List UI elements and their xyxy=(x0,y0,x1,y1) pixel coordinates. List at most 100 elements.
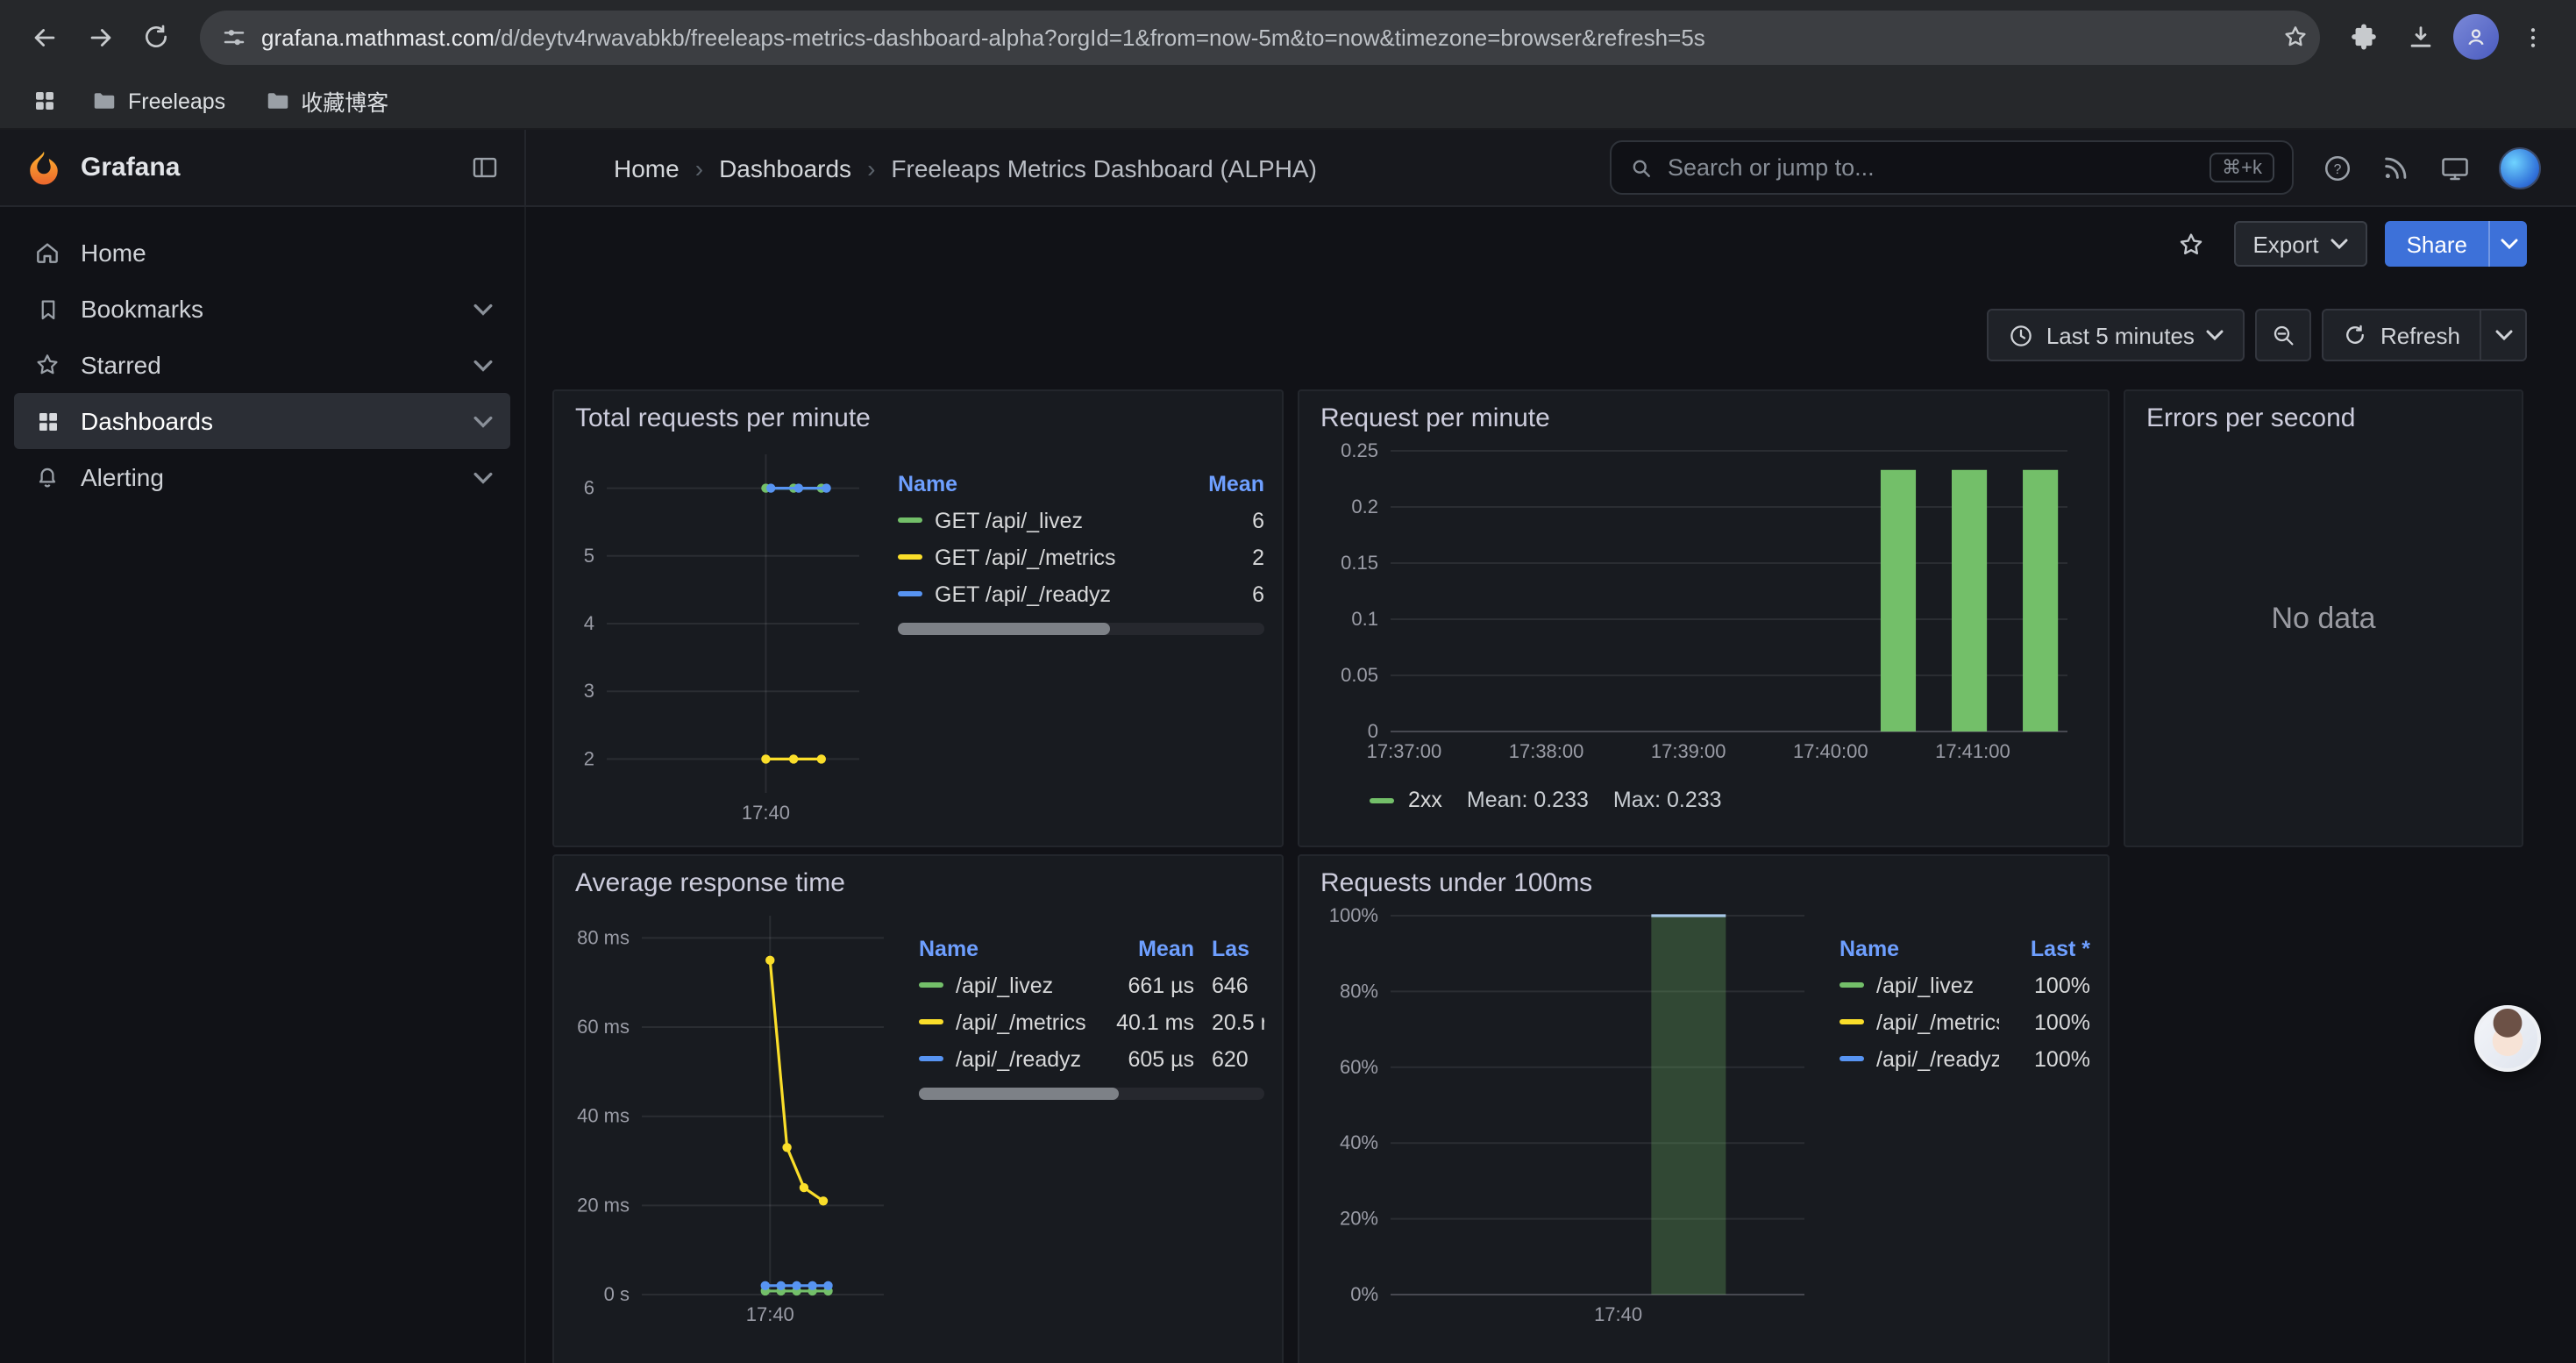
share-button[interactable]: Share xyxy=(2386,221,2488,267)
chevron-down-icon[interactable] xyxy=(473,415,493,427)
downloads-button[interactable] xyxy=(2394,11,2446,63)
legend-series-name[interactable]: /api/_livez xyxy=(1839,973,1999,997)
share-menu-button[interactable] xyxy=(2488,221,2527,267)
svg-text:17:40: 17:40 xyxy=(742,802,790,824)
legend-series-name[interactable]: /api/_/metrics xyxy=(919,1010,1103,1034)
user-avatar[interactable] xyxy=(2499,146,2541,189)
panel-total-requests-per-minute: Total requests per minute 6543217:40 Nam… xyxy=(552,389,1284,847)
legend-max: Max: 0.233 xyxy=(1613,788,1722,812)
help-button[interactable]: ? xyxy=(2322,152,2353,183)
search-input[interactable] xyxy=(1668,154,2195,181)
legend-scrollbar[interactable] xyxy=(919,1088,1264,1100)
legend-col-header[interactable]: Name xyxy=(919,936,1103,960)
legend-row[interactable]: /api/_/readyz100% xyxy=(1839,1040,2090,1077)
back-button[interactable] xyxy=(18,11,70,63)
scrollbar-thumb[interactable] xyxy=(919,1088,1120,1100)
legend-row[interactable]: /api/_livez100% xyxy=(1839,967,2090,1003)
site-info-icon[interactable] xyxy=(221,24,247,50)
legend-header-row[interactable]: NameMeanLas xyxy=(919,930,1264,967)
bookmark-star-button[interactable] xyxy=(2281,23,2309,51)
legend-series-name[interactable]: /api/_/readyz xyxy=(919,1046,1103,1071)
bookmarks-bar: Freeleaps 收藏博客 xyxy=(0,74,2576,130)
legend-row[interactable]: /api/_/readyz605 µs620 xyxy=(919,1040,1264,1077)
search-shortcut-badge: ⌘+k xyxy=(2210,153,2274,182)
legend-series-label[interactable]: 2xx xyxy=(1408,788,1442,812)
apps-grid-button[interactable] xyxy=(21,78,67,124)
browser-profile-button[interactable] xyxy=(2450,11,2502,63)
chevron-down-icon[interactable] xyxy=(473,471,493,483)
legend-col-header[interactable]: Last * xyxy=(1999,936,2090,960)
legend-value: 20.5 r xyxy=(1194,1010,1264,1034)
legend-table-total-requests: NameMeanGET /api/_livez6GET /api/_/metri… xyxy=(898,465,1264,831)
bookmark-folder-blogs[interactable]: 收藏博客 xyxy=(250,79,402,123)
chevron-down-icon[interactable] xyxy=(473,359,493,371)
legend-series-label: GET /api/_/readyz xyxy=(935,582,1111,606)
export-button[interactable]: Export xyxy=(2233,221,2367,267)
legend-col-header[interactable]: Mean xyxy=(1191,471,1264,496)
legend-series-name[interactable]: GET /api/_livez xyxy=(898,508,1191,532)
sidebar-item-starred[interactable]: Starred xyxy=(14,337,510,393)
download-icon xyxy=(2405,22,2435,52)
legend-row[interactable]: GET /api/_livez6 xyxy=(898,502,1264,539)
breadcrumb-dashboards[interactable]: Dashboards xyxy=(719,153,851,182)
legend-row[interactable]: /api/_livez661 µs646 xyxy=(919,967,1264,1003)
grafana-logo[interactable] xyxy=(25,148,63,187)
legend-series-label: /api/_/readyz xyxy=(1876,1046,1999,1071)
url-bar[interactable]: grafana.mathmast.com/d/deytv4rwavabkb/fr… xyxy=(200,10,2320,64)
floating-assistant-avatar[interactable] xyxy=(2474,1005,2541,1072)
legend-scrollbar[interactable] xyxy=(898,623,1264,635)
sidebar: Home Bookmarks Starred xyxy=(0,207,526,1363)
legend-series-name[interactable]: /api/_livez xyxy=(919,973,1103,997)
search-box[interactable]: ⌘+k xyxy=(1610,140,2294,195)
panel-title[interactable]: Request per minute xyxy=(1299,391,2108,437)
screen-button[interactable] xyxy=(2439,152,2471,183)
reload-button[interactable] xyxy=(130,11,182,63)
grafana-header: Grafana Home › Dashboards › Freeleaps Me… xyxy=(0,130,2576,207)
legend-col-header[interactable]: Mean xyxy=(1103,936,1194,960)
refresh-icon xyxy=(2344,323,2368,347)
favorite-dashboard-button[interactable] xyxy=(2167,219,2216,268)
chevron-down-icon xyxy=(2331,239,2349,249)
legend-col-header[interactable]: Name xyxy=(898,471,1191,496)
forward-button[interactable] xyxy=(74,11,126,63)
legend-header-row[interactable]: NameMean xyxy=(898,465,1264,502)
sidebar-item-dashboards[interactable]: Dashboards xyxy=(14,393,510,449)
legend-series-name[interactable]: GET /api/_/readyz xyxy=(898,582,1191,606)
browser-menu-button[interactable] xyxy=(2506,11,2558,63)
legend-request-per-minute[interactable]: 2xx Mean: 0.233 Max: 0.233 xyxy=(1320,781,2087,812)
legend-col-header[interactable]: Name xyxy=(1839,936,1999,960)
panel-title[interactable]: Total requests per minute xyxy=(554,391,1282,437)
person-icon xyxy=(2464,25,2488,49)
zoom-out-button[interactable] xyxy=(2256,309,2312,361)
legend-col-header[interactable]: Las xyxy=(1194,936,1264,960)
news-button[interactable] xyxy=(2381,153,2411,182)
panel-title[interactable]: Requests under 100ms xyxy=(1299,856,2108,902)
breadcrumb-home[interactable]: Home xyxy=(614,153,680,182)
grafana-header-left: Grafana xyxy=(0,130,526,205)
sidebar-item-alerting[interactable]: Alerting xyxy=(14,449,510,505)
legend-header-row[interactable]: NameLast * xyxy=(1839,930,2090,967)
legend-series-name[interactable]: GET /api/_/metrics xyxy=(898,545,1191,569)
legend-series-name[interactable]: /api/_/readyz xyxy=(1839,1046,1999,1071)
refresh-interval-button[interactable] xyxy=(2481,309,2527,361)
panel-title[interactable]: Average response time xyxy=(554,856,1282,902)
svg-text:20 ms: 20 ms xyxy=(577,1194,630,1216)
legend-row[interactable]: /api/_/metrics100% xyxy=(1839,1003,2090,1040)
legend-series-name[interactable]: /api/_/metrics xyxy=(1839,1010,1999,1034)
chevron-down-icon xyxy=(2207,330,2224,340)
legend-row[interactable]: /api/_/metrics40.1 ms20.5 r xyxy=(919,1003,1264,1040)
scrollbar-thumb[interactable] xyxy=(898,623,1110,635)
svg-text:60%: 60% xyxy=(1340,1056,1378,1078)
sidebar-toggle-button[interactable] xyxy=(470,153,500,182)
legend-row[interactable]: GET /api/_/readyz6 xyxy=(898,575,1264,612)
bookmark-folder-freeleaps[interactable]: Freeleaps xyxy=(77,82,239,119)
svg-text:6: 6 xyxy=(584,477,594,499)
legend-row[interactable]: GET /api/_/metrics2 xyxy=(898,539,1264,575)
refresh-button[interactable]: Refresh xyxy=(2323,309,2481,361)
time-range-picker[interactable]: Last 5 minutes xyxy=(1987,309,2245,361)
sidebar-item-home[interactable]: Home xyxy=(14,225,510,281)
extensions-button[interactable] xyxy=(2338,11,2390,63)
breadcrumb: Home › Dashboards › Freeleaps Metrics Da… xyxy=(526,153,1610,182)
chevron-down-icon[interactable] xyxy=(473,303,493,315)
sidebar-item-bookmarks[interactable]: Bookmarks xyxy=(14,281,510,337)
